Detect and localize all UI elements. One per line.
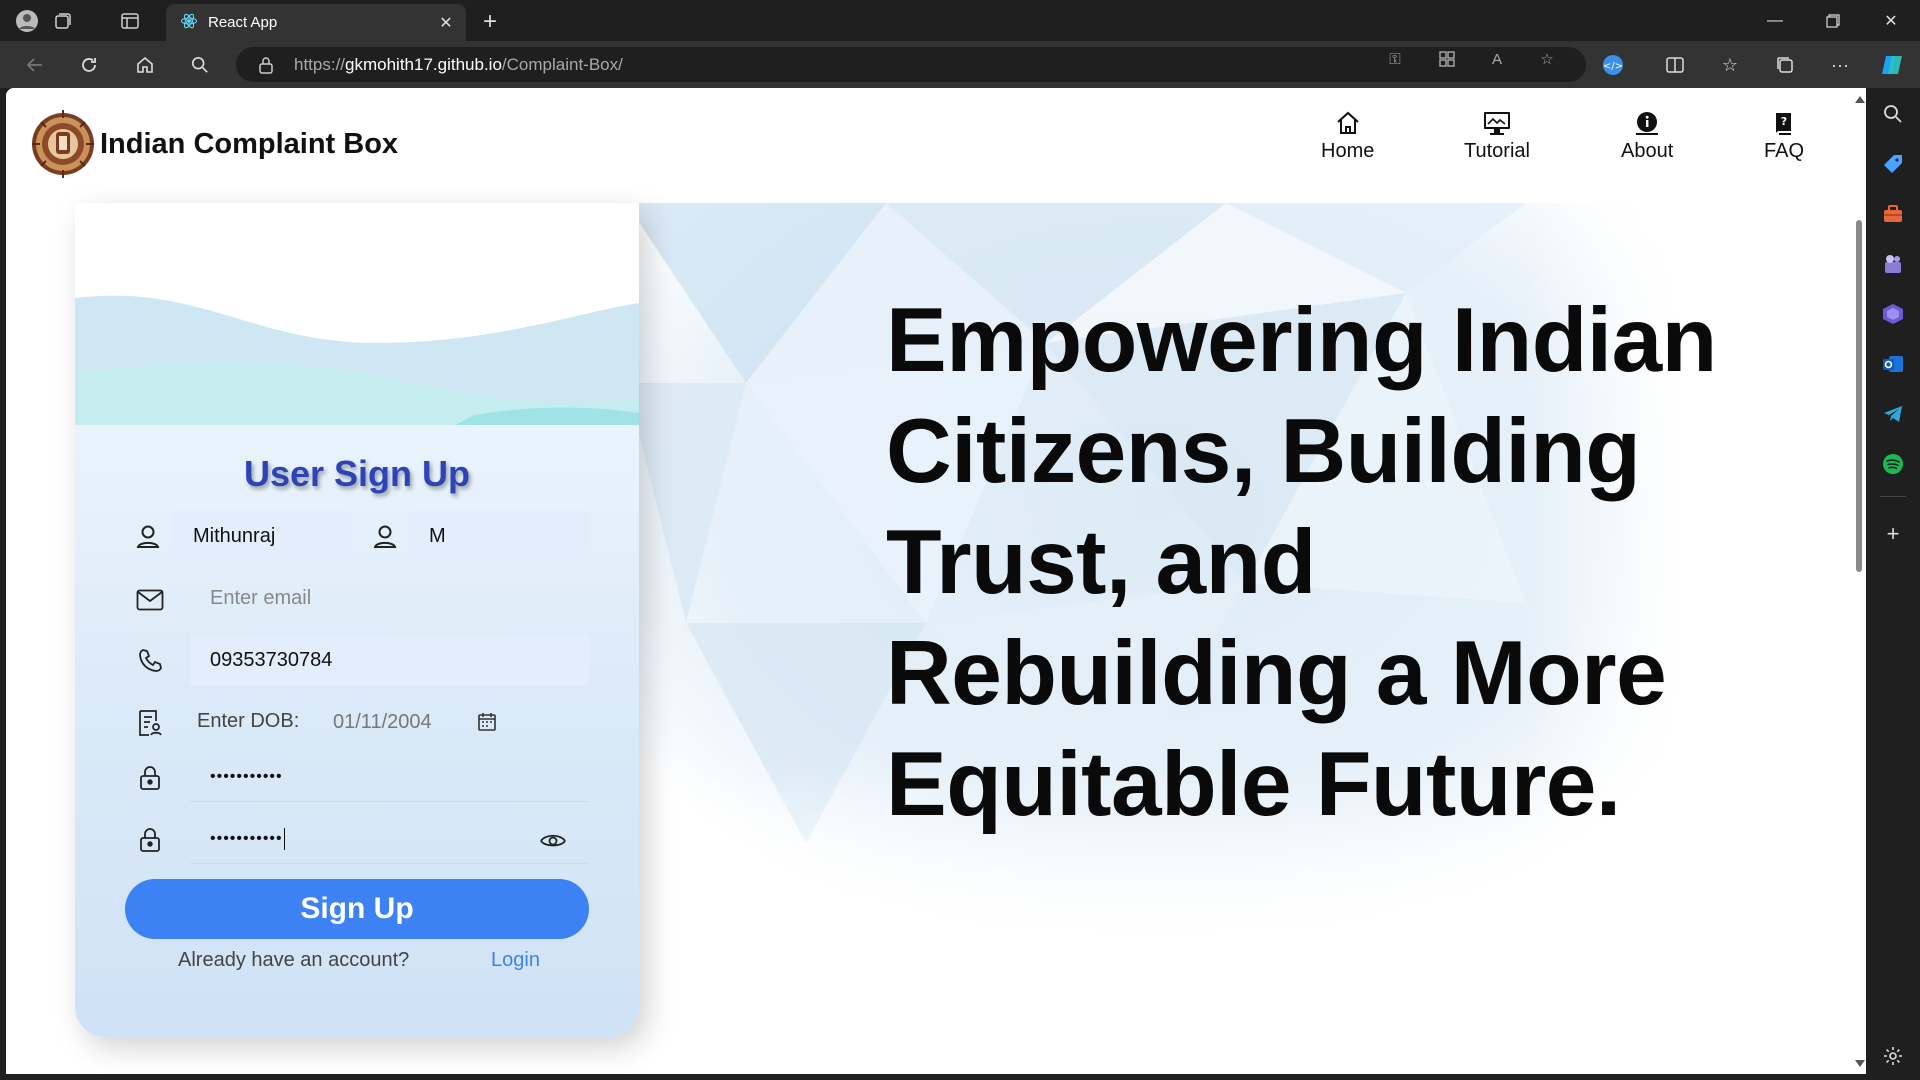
hero-line-3: Trust, and (886, 512, 1316, 613)
search-icon[interactable] (1881, 102, 1905, 126)
back-button[interactable] (20, 50, 50, 80)
signup-title: User Sign Up (243, 453, 471, 494)
sidebar-divider (1880, 496, 1906, 497)
copilot-icon[interactable] (1878, 50, 1908, 80)
calendar-icon[interactable] (477, 712, 497, 737)
indian-emblem-logo[interactable] (30, 108, 96, 180)
dob-value: 01/11/2004 (333, 710, 432, 733)
close-window-button[interactable]: ✕ (1866, 6, 1916, 36)
hero-headline: Empowering Indian Citizens, Building Tru… (886, 285, 1786, 840)
scroll-thumb[interactable] (1856, 220, 1862, 572)
read-aloud-icon[interactable]: A (1486, 48, 1508, 70)
page-scrollbar[interactable] (1852, 88, 1866, 1074)
toolbox-icon[interactable] (1881, 202, 1905, 226)
more-options-icon[interactable]: ··· (1825, 50, 1855, 80)
dob-label: Enter DOB: (197, 710, 300, 732)
tab-react-app[interactable]: React App ✕ (166, 4, 466, 41)
lock-icon (135, 825, 165, 855)
phone-icon (135, 646, 165, 676)
signup-card: User Sign Up Mithunraj M Enter email 093… (75, 203, 639, 1037)
email-icon (135, 585, 165, 615)
search-icon[interactable] (185, 50, 215, 80)
window-bottom-border (0, 1074, 1920, 1080)
games-icon[interactable] (1881, 252, 1905, 276)
collections-icon[interactable] (1770, 50, 1800, 80)
hero-line-1: Empowering Indian (886, 290, 1717, 391)
hero-line-2: Citizens, Building (886, 401, 1641, 502)
profile-icon[interactable] (14, 8, 40, 34)
apps-icon[interactable] (1436, 48, 1458, 70)
favorite-star-icon[interactable]: ☆ (1536, 48, 1558, 70)
password-key-icon[interactable]: ⚿ (1384, 48, 1406, 70)
tab-actions-icon[interactable] (117, 8, 143, 34)
home-icon (1335, 106, 1361, 136)
workspaces-icon[interactable] (50, 8, 76, 34)
question-book-icon: ? (1773, 106, 1795, 136)
signup-button[interactable]: Sign Up (125, 879, 589, 939)
brand-title[interactable]: Indian Complaint Box (100, 128, 398, 161)
outlook-icon[interactable] (1881, 352, 1905, 376)
browser-tabbar: React App ✕ + — ✕ (0, 0, 1920, 41)
nav-about-label: About (1621, 140, 1674, 162)
lock-icon (135, 763, 165, 793)
email-placeholder: Enter email (210, 586, 312, 609)
id-card-icon (135, 708, 165, 738)
have-account-text: Already have an account? (178, 949, 410, 971)
url-text: https://gkmohith17.github.io/Complaint-B… (294, 54, 623, 74)
tab-title: React App (208, 14, 278, 31)
split-screen-icon[interactable] (1660, 50, 1690, 80)
eye-icon[interactable] (539, 828, 567, 856)
scroll-up-arrow-icon[interactable] (1855, 96, 1865, 103)
confirm-password-input[interactable]: ••••••••••• (190, 814, 589, 864)
settings-gear-icon[interactable] (1881, 1044, 1905, 1068)
refresh-button[interactable] (74, 50, 104, 80)
add-icon[interactable]: + (1881, 521, 1905, 546)
svg-text:?: ? (1781, 115, 1787, 128)
card-wave-decoration (75, 203, 639, 425)
copilot-app-icon[interactable] (1881, 302, 1905, 326)
minimize-button[interactable]: — (1750, 6, 1800, 36)
nav-faq-label: FAQ (1764, 140, 1805, 162)
edge-sidebar: + (1866, 88, 1920, 1080)
phone-input[interactable]: 09353730784 (190, 635, 589, 685)
first-name-input[interactable]: Mithunraj (173, 511, 351, 561)
restore-button[interactable] (1808, 6, 1858, 36)
monitor-icon (1483, 106, 1511, 136)
page-viewport: Indian Complaint Box Home Tutorial About… (6, 88, 1866, 1074)
password-input[interactable]: ••••••••••• (190, 752, 589, 802)
hero-line-4: Rebuilding a More (886, 623, 1667, 724)
confirm-password-value: ••••••••••• (210, 829, 283, 847)
email-input[interactable]: Enter email (190, 573, 589, 623)
nav-faq[interactable]: ? FAQ (1764, 106, 1804, 163)
hero-line-5: Equitable Future. (886, 734, 1621, 835)
favorites-icon[interactable]: ☆ (1715, 50, 1745, 80)
dob-input[interactable]: 01/11/2004 (333, 700, 523, 744)
new-tab-button[interactable]: + (476, 8, 504, 36)
login-link[interactable]: Login (491, 949, 540, 972)
nav-tutorial[interactable]: Tutorial (1464, 106, 1530, 163)
close-tab-icon[interactable]: ✕ (434, 11, 458, 35)
app-header: Indian Complaint Box Home Tutorial About… (6, 88, 1852, 203)
nav-home[interactable]: Home (1321, 106, 1374, 163)
spotify-icon[interactable] (1881, 452, 1905, 476)
copilot-badge-icon[interactable]: </> (1598, 50, 1628, 80)
user-icon (370, 521, 400, 551)
last-name-input[interactable]: M (409, 511, 589, 561)
scroll-down-arrow-icon[interactable] (1855, 1060, 1865, 1067)
react-favicon-icon (180, 12, 198, 34)
nav-about[interactable]: About (1621, 106, 1673, 163)
nav-tutorial-label: Tutorial (1464, 140, 1530, 162)
nav-home-label: Home (1321, 140, 1375, 162)
shopping-tag-icon[interactable] (1881, 152, 1905, 176)
svg-text:</>: </> (1603, 61, 1623, 72)
telegram-icon[interactable] (1881, 402, 1905, 426)
lock-icon[interactable] (258, 56, 278, 74)
user-icon (133, 521, 163, 551)
home-button[interactable] (130, 50, 160, 80)
browser-toolbar: https://gkmohith17.github.io/Complaint-B… (0, 41, 1920, 88)
info-icon (1634, 106, 1660, 136)
text-cursor (283, 827, 285, 850)
